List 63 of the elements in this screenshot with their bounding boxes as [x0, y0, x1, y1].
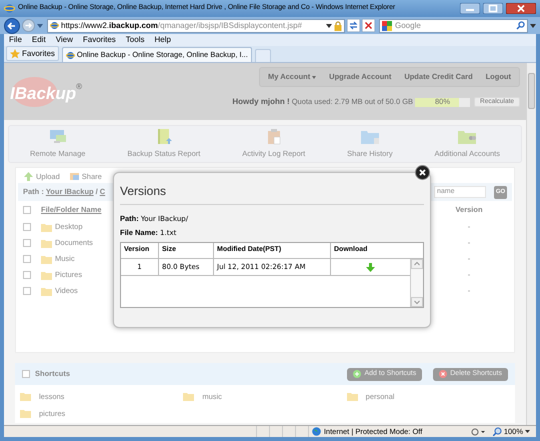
checkbox[interactable]: [23, 271, 31, 279]
delete-icon: [439, 370, 448, 378]
search-placeholder: Google: [395, 20, 422, 32]
checkbox[interactable]: [22, 370, 30, 378]
logo: IBackup®: [10, 67, 100, 120]
dialog-title: Versions: [120, 183, 168, 200]
browser-logo-icon: [4, 3, 15, 14]
menu-item[interactable]: File: [9, 34, 22, 46]
table-scrollbar[interactable]: [410, 259, 423, 307]
share-icon: [70, 172, 79, 181]
download-arrow-icon[interactable]: [366, 262, 375, 272]
folder-icon: [346, 392, 358, 401]
folder-icon: [20, 409, 31, 418]
globe-icon: [312, 427, 321, 436]
checkbox[interactable]: [23, 239, 31, 247]
folder-icon: [20, 392, 31, 401]
maximize-icon[interactable]: [483, 3, 503, 14]
checkbox[interactable]: [23, 255, 31, 263]
monitor-icon: [48, 128, 67, 145]
close-icon[interactable]: [506, 3, 536, 14]
favorites-button[interactable]: Favorites: [6, 46, 59, 61]
menu-item[interactable]: Edit: [32, 34, 46, 46]
folder-icon: [41, 286, 52, 296]
forward-icon[interactable]: [22, 19, 35, 32]
folder-icon: [41, 238, 52, 248]
back-icon[interactable]: [4, 18, 20, 34]
url-text: https://www2.ibackup.com/qmanager/ibsjsp/IBSdisplaycontent.jsp#: [61, 20, 304, 32]
lock-icon: [334, 20, 342, 30]
star-icon: [10, 48, 20, 58]
add-icon: [353, 370, 362, 378]
dropdown-caret-icon[interactable]: [326, 24, 332, 28]
scroll-down-icon[interactable]: [411, 297, 423, 307]
scrollbar[interactable]: [526, 63, 536, 425]
menu-item[interactable]: Favorites: [82, 34, 116, 46]
page-icon: [66, 50, 75, 60]
select-all-checkbox[interactable]: [23, 206, 31, 214]
upload-icon: [24, 172, 33, 181]
greeting-text: Howdy mjohn !: [232, 96, 290, 108]
search-engine-icon: [382, 20, 392, 30]
zoom-icon: [492, 427, 502, 436]
folder-icon: [183, 392, 194, 401]
folder-icon: [41, 270, 52, 280]
minimize-icon[interactable]: [460, 3, 480, 14]
dropdown-caret-icon[interactable]: [530, 24, 536, 28]
search-icon[interactable]: [516, 21, 525, 30]
scroll-up-icon[interactable]: [411, 259, 423, 269]
folder-icon: [360, 128, 379, 145]
menu-item[interactable]: Help: [154, 34, 171, 46]
users-icon: [458, 128, 476, 145]
menu-item[interactable]: Tools: [126, 34, 144, 46]
folder-icon: [41, 254, 52, 264]
search-field[interactable]: Google: [379, 18, 528, 32]
folder-icon: [41, 222, 52, 232]
checkbox[interactable]: [23, 223, 31, 231]
page-icon: [50, 21, 59, 30]
checkbox[interactable]: [23, 287, 31, 295]
address-field[interactable]: https://www2.ibackup.com/qmanager/ibsjsp/IBSdisplaycontent.jsp#: [47, 18, 345, 32]
close-icon[interactable]: [415, 165, 430, 180]
refresh-icon[interactable]: [347, 19, 360, 32]
stop-icon[interactable]: [362, 19, 375, 32]
new-tab-button[interactable]: [254, 49, 271, 62]
dropdown-caret-icon: [525, 430, 530, 433]
menu-item[interactable]: View: [56, 34, 73, 46]
